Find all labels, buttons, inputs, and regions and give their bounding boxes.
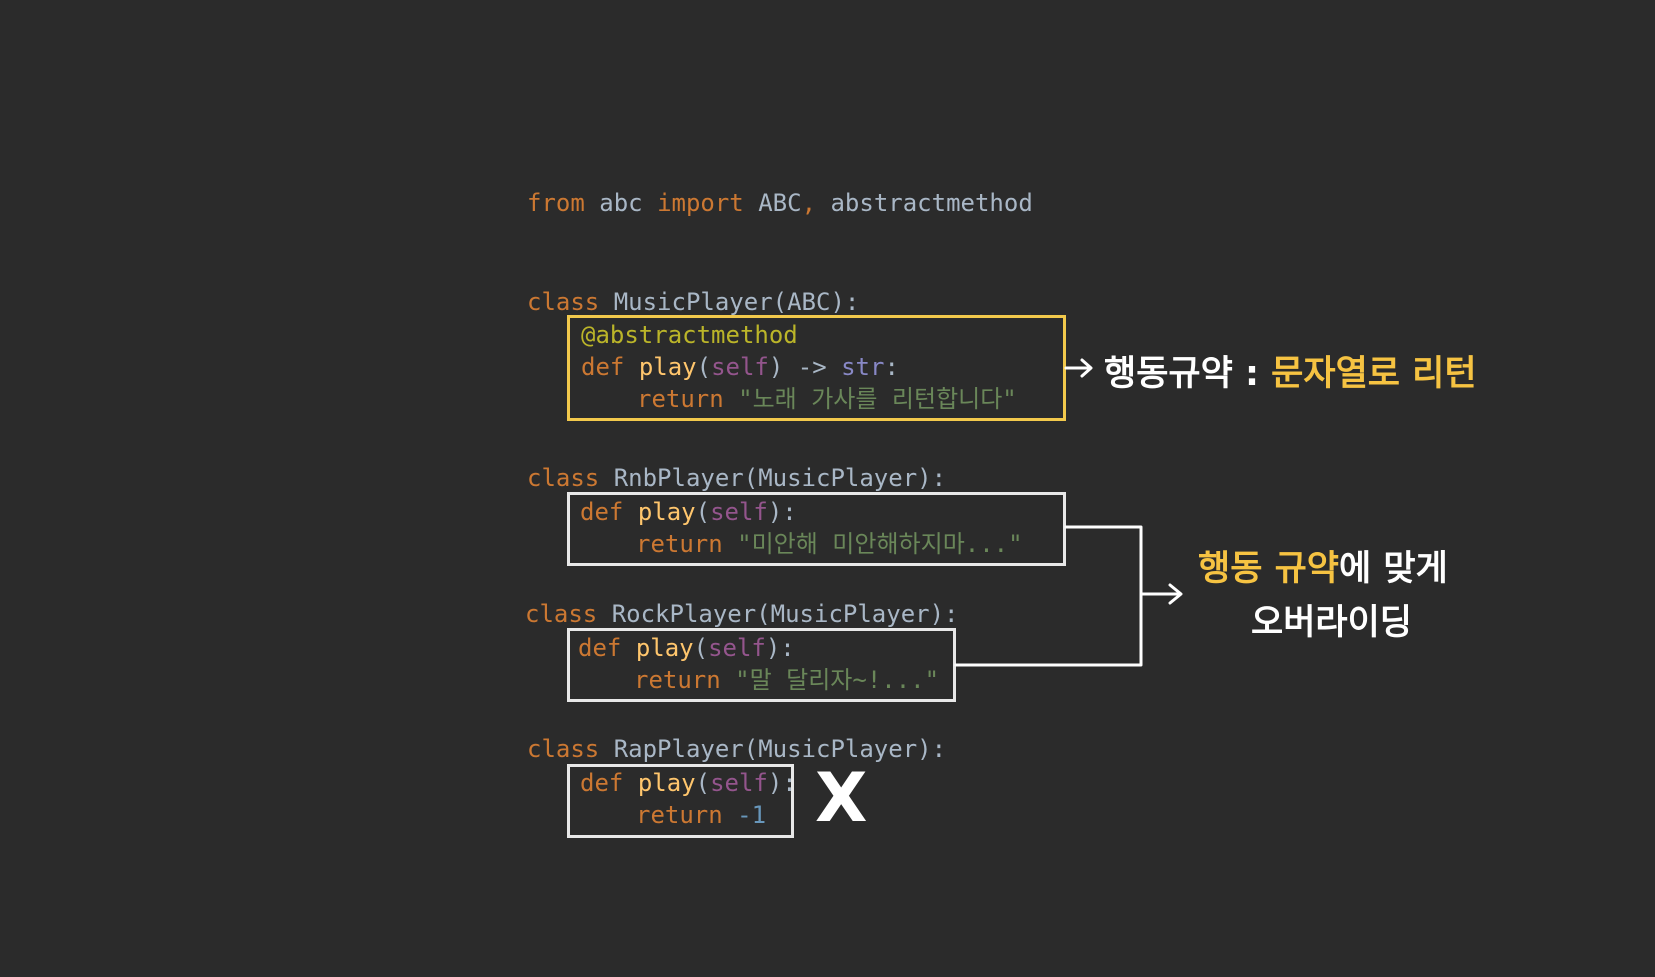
override-annotation-line2: 오버라이딩 — [1251, 603, 1413, 643]
reject-x-mark: X — [815, 759, 868, 838]
contract-label: 행동규약 : — [1104, 354, 1272, 394]
contract-value: 문자열로 리턴 — [1271, 354, 1477, 394]
slide: from abc import ABC, abstractmethod clas… — [0, 0, 1655, 977]
override-highlight: 행동 규약 — [1198, 549, 1339, 589]
override-rest: 에 맞게 — [1339, 549, 1448, 589]
override-bracket — [954, 525, 1143, 667]
override-annotation-line1: 행동 규약에 맞게 — [1198, 540, 1448, 591]
contract-annotation: 행동규약 : 문자열로 리턴 — [1104, 345, 1477, 396]
